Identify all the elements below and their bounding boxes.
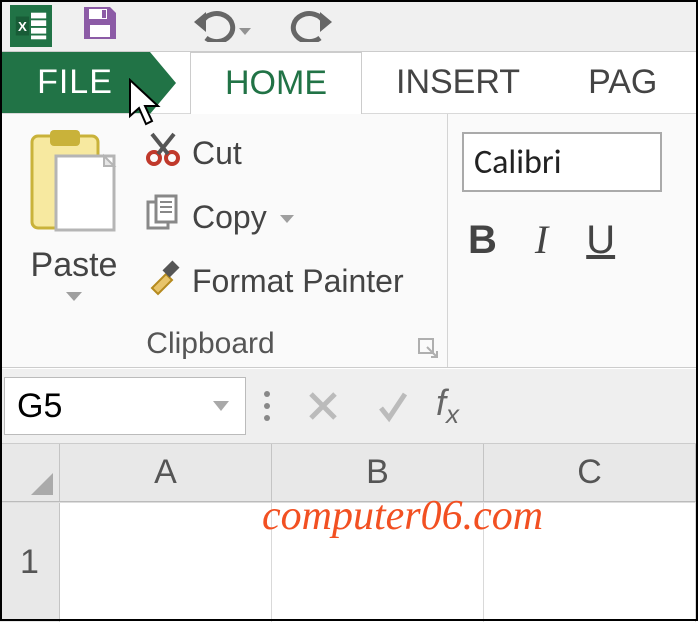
copy-icon [144,194,182,240]
name-box-value: G5 [17,387,62,426]
copy-label: Copy [192,199,267,236]
row-header[interactable]: 1 [0,503,60,622]
undo-dropdown[interactable] [236,22,254,47]
paste-dropdown[interactable] [62,286,86,311]
tab-page-layout[interactable]: PAG [554,52,691,113]
cut-button[interactable]: Cut [144,130,404,176]
scissors-icon [144,130,182,176]
bold-button[interactable]: B [468,218,497,263]
underline-button[interactable]: U [586,218,621,263]
font-group: Calibri B I U [448,114,698,367]
tab-home[interactable]: HOME [190,52,362,114]
column-header[interactable]: A [60,444,272,501]
clipboard-group: Paste Cut Copy Format Painter Clipboard [0,114,448,367]
underline-label: U [586,218,615,263]
redo-button[interactable] [290,4,338,47]
copy-button[interactable]: Copy [144,194,404,240]
paste-icon [26,128,122,243]
excel-logo-icon: X [10,5,52,47]
formula-bar-splitter[interactable] [254,377,280,435]
format-painter-button[interactable]: Format Painter [144,258,404,304]
save-button[interactable] [80,3,120,48]
copy-dropdown[interactable] [277,199,297,236]
italic-button[interactable]: I [535,216,548,263]
cursor-icon [126,78,166,128]
undo-button[interactable] [188,4,236,47]
svg-text:X: X [18,18,27,33]
cut-label: Cut [192,135,242,172]
clipboard-dialog-launcher[interactable] [417,337,441,361]
paste-label: Paste [31,247,118,284]
paintbrush-icon [144,258,182,304]
formula-bar: G5 fx [0,368,698,444]
column-headers: A B C [0,444,698,502]
cell[interactable] [484,503,696,622]
cell[interactable] [60,503,272,622]
ribbon-tabs: FILE HOME INSERT PAG [0,52,698,114]
format-painter-label: Format Painter [192,263,404,300]
cancel-formula-button[interactable] [288,377,358,435]
ribbon: Paste Cut Copy Format Painter Clipboard … [0,114,698,368]
name-box-dropdown[interactable] [209,387,233,426]
paste-button[interactable]: Paste [14,122,134,329]
worksheet[interactable]: 1 [0,502,698,622]
font-name-combo[interactable]: Calibri [462,132,662,192]
tab-insert[interactable]: INSERT [362,52,554,113]
column-header[interactable]: B [272,444,484,501]
quick-access-toolbar: X [0,0,698,52]
clipboard-group-label: Clipboard [0,327,421,361]
insert-function-button[interactable]: fx [436,382,459,430]
column-header[interactable]: C [484,444,696,501]
select-all-button[interactable] [0,444,60,501]
name-box[interactable]: G5 [4,377,246,435]
cell[interactable] [272,503,484,622]
enter-formula-button[interactable] [358,377,428,435]
